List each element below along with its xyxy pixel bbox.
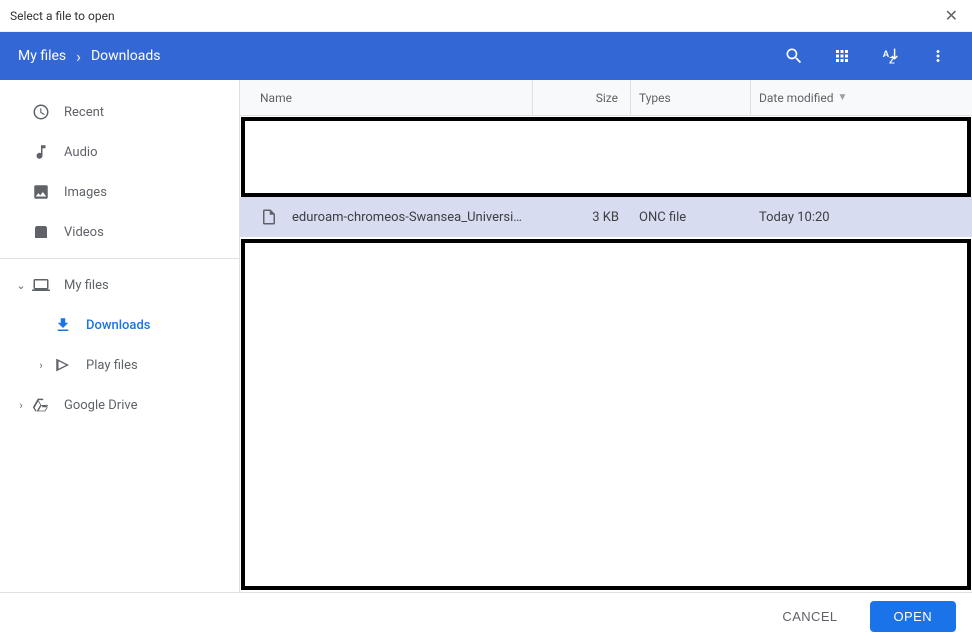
col-header-types[interactable]: Types xyxy=(631,80,751,115)
file-name-cell: eduroam-chromeos-Swansea_Universit… xyxy=(240,208,533,226)
sidebar-item-recent[interactable]: Recent xyxy=(0,92,239,132)
file-name-text: eduroam-chromeos-Swansea_Universit… xyxy=(292,210,522,225)
breadcrumb-current[interactable]: Downloads xyxy=(91,48,161,64)
more-menu-icon[interactable] xyxy=(914,32,962,80)
sidebar-label-images: Images xyxy=(64,185,107,200)
table-header: Name Size Types Date modified ▼ xyxy=(240,80,972,116)
sidebar-label-playfiles: Play files xyxy=(86,358,138,373)
search-icon[interactable] xyxy=(770,32,818,80)
chevron-down-icon[interactable]: ⌄ xyxy=(14,278,28,292)
table-row[interactable]: eduroam-chromeos-Swansea_Universit… 3 KB… xyxy=(240,197,972,237)
sidebar-item-images[interactable]: Images xyxy=(0,172,239,212)
sort-az-icon[interactable]: A Z xyxy=(866,32,914,80)
sidebar-item-playfiles[interactable]: › Play files xyxy=(0,345,239,385)
open-button[interactable]: OPEN xyxy=(870,601,956,632)
footer: CANCEL OPEN xyxy=(0,592,972,640)
file-size-cell: 3 KB xyxy=(533,210,631,225)
dialog-title: Select a file to open xyxy=(10,9,115,23)
chevron-right-icon: › xyxy=(76,47,81,66)
sidebar-label-recent: Recent xyxy=(64,105,104,120)
col-header-date[interactable]: Date modified ▼ xyxy=(751,80,972,115)
close-icon[interactable]: ✕ xyxy=(941,4,962,27)
redacted-region xyxy=(241,117,971,197)
breadcrumb-root[interactable]: My files xyxy=(18,48,66,64)
sidebar-item-audio[interactable]: Audio xyxy=(0,132,239,172)
breadcrumb: My files › Downloads xyxy=(18,47,161,66)
file-icon xyxy=(260,208,278,226)
sidebar-item-myfiles[interactable]: ⌄ My files xyxy=(0,265,239,305)
sidebar: Recent Audio Images Videos ⌄ My files Do… xyxy=(0,80,240,592)
main-area: Recent Audio Images Videos ⌄ My files Do… xyxy=(0,80,972,592)
col-header-name[interactable]: Name xyxy=(240,80,533,115)
dialog-title-bar: Select a file to open ✕ xyxy=(0,0,972,32)
sidebar-item-googledrive[interactable]: › Google Drive xyxy=(0,385,239,425)
col-header-size[interactable]: Size xyxy=(533,80,631,115)
file-date-cell: Today 10:20 xyxy=(751,210,972,225)
sidebar-label-downloads: Downloads xyxy=(86,318,150,333)
grid-view-icon[interactable] xyxy=(818,32,866,80)
file-list-panel: Name Size Types Date modified ▼ eduroam-… xyxy=(240,80,972,592)
sidebar-item-videos[interactable]: Videos xyxy=(0,212,239,252)
sidebar-label-myfiles: My files xyxy=(64,278,109,293)
sidebar-label-audio: Audio xyxy=(64,145,97,160)
sort-down-icon: ▼ xyxy=(838,92,848,103)
sidebar-item-downloads[interactable]: Downloads xyxy=(0,305,239,345)
sidebar-divider xyxy=(0,258,239,259)
chevron-right-icon[interactable]: › xyxy=(34,358,48,372)
cancel-button[interactable]: CANCEL xyxy=(766,601,853,632)
sidebar-label-googledrive: Google Drive xyxy=(64,398,137,413)
redacted-region xyxy=(241,239,971,590)
sidebar-label-videos: Videos xyxy=(64,225,104,240)
file-type-cell: ONC file xyxy=(631,210,751,225)
header-bar: My files › Downloads A Z xyxy=(0,32,972,80)
chevron-right-icon[interactable]: › xyxy=(14,398,28,412)
